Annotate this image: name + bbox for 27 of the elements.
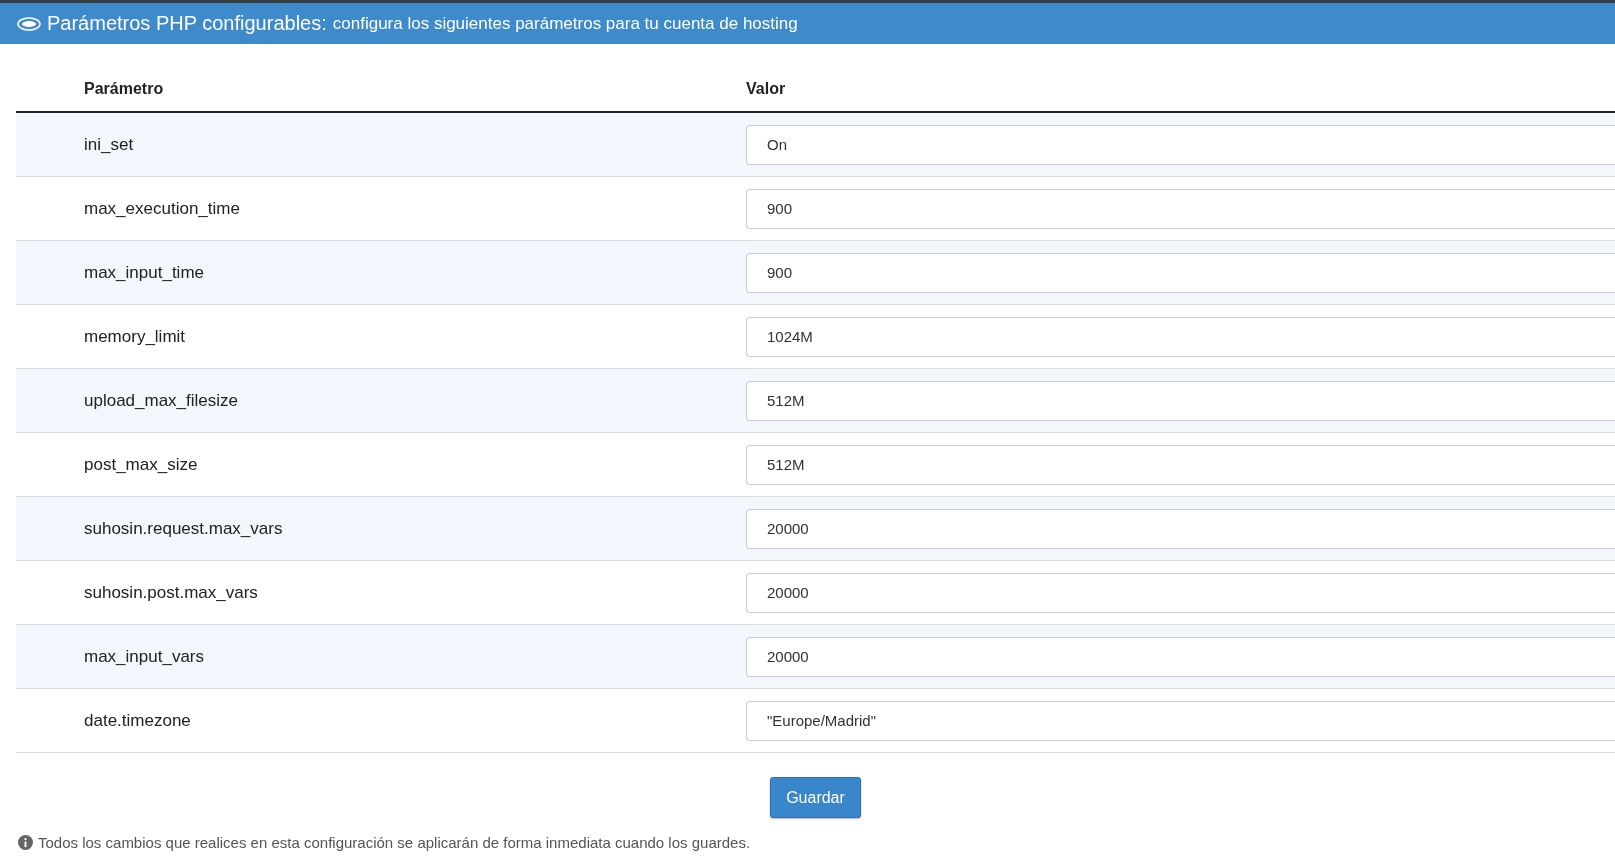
value-field[interactable]: 20000 bbox=[746, 572, 1615, 613]
parameter-name: max_input_time bbox=[83, 262, 204, 283]
parameter-name: memory_limit bbox=[83, 326, 186, 347]
parameter-name: upload_max_filesize bbox=[83, 390, 239, 411]
value-field[interactable]: On bbox=[746, 124, 1615, 165]
value-field[interactable]: 900 bbox=[746, 188, 1615, 229]
value-field[interactable]: 900 bbox=[746, 252, 1615, 293]
parameter-name: suhosin.request.max_vars bbox=[83, 518, 283, 539]
value-field[interactable]: 20000 bbox=[746, 508, 1615, 549]
column-header: Valor bbox=[746, 79, 786, 98]
parameter-name: post_max_size bbox=[83, 454, 198, 475]
value-field[interactable]: 20000 bbox=[746, 636, 1615, 677]
info-icon bbox=[18, 835, 33, 850]
column-header: Parámetro bbox=[83, 79, 164, 98]
parameter-name: ini_set bbox=[83, 134, 134, 155]
parameter-name: suhosin.post.max_vars bbox=[83, 582, 258, 603]
page-subtitle: configura los siguientes parámetros para tu cuenta de hosting bbox=[332, 13, 798, 34]
parameter-name: max_execution_time bbox=[83, 198, 240, 219]
save-button[interactable]: Guardar bbox=[770, 777, 861, 818]
value-field[interactable]: 512M bbox=[746, 444, 1615, 485]
value-field[interactable]: 512M bbox=[746, 380, 1615, 421]
page-title: Parámetros PHP configurables: bbox=[47, 12, 327, 35]
value-field[interactable]: 1024M bbox=[746, 316, 1615, 357]
parameter-name: date.timezone bbox=[83, 710, 191, 731]
parameter-name: max_input_vars bbox=[83, 646, 204, 667]
info-note: Todos los cambios que realices en esta configuración se aplicarán de forma inmediata cuando los guardes. bbox=[38, 834, 751, 851]
value-field[interactable]: "Europe/Madrid" bbox=[746, 700, 1615, 741]
